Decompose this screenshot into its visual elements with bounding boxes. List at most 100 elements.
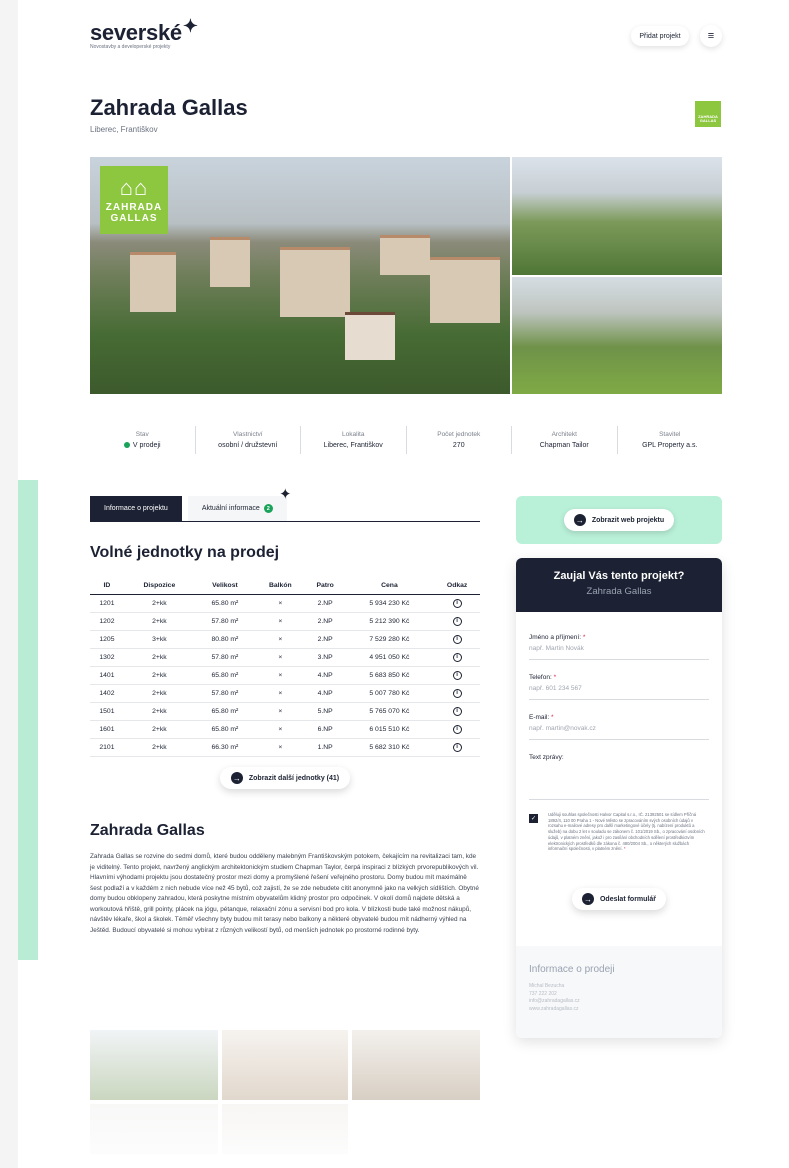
table-row[interactable]: 1402 2+kk 57.80 m² × 4.NP 5 007 780 Kč i <box>90 684 480 703</box>
gallery-thumb[interactable] <box>90 1030 218 1100</box>
gallery-thumb[interactable] <box>222 1030 348 1100</box>
table-row[interactable]: 1201 2+kk 65.80 m² × 2.NP 5 934 230 Kč i <box>90 594 480 613</box>
table-cell: 2+kk <box>123 666 195 685</box>
table-cell: 2.NP <box>305 594 345 613</box>
table-cell: 2+kk <box>123 720 195 739</box>
site-tagline: Novostavby a developerské projekty <box>90 44 171 50</box>
table-cell: i <box>434 684 480 703</box>
table-cell: 1501 <box>90 702 124 721</box>
table-cell: 5 007 780 Kč <box>344 684 435 703</box>
gallery-project-logo: ⌂⌂ ZAHRADA GALLAS <box>100 166 168 234</box>
sales-phone[interactable]: 737 222 202 <box>529 991 709 999</box>
show-more-units-button[interactable]: → Zobrazit další jednotky (41) <box>220 767 350 789</box>
info-icon[interactable]: i <box>452 688 462 698</box>
sales-email[interactable]: info@zahradagallas.cz <box>529 998 709 1006</box>
status-dot-icon <box>123 442 130 449</box>
info-icon[interactable]: i <box>452 634 462 644</box>
table-cell: × <box>254 612 306 631</box>
show-project-web-button[interactable]: → Zobrazit web projektu <box>564 509 674 531</box>
table-cell: 4.NP <box>305 684 345 703</box>
table-cell: 2+kk <box>123 612 195 631</box>
stat-ownership: Vlastnictví osobní / družstevní <box>196 426 301 454</box>
table-row[interactable]: 2101 2+kk 66.30 m² × 1.NP 5 682 310 Kč i <box>90 738 480 757</box>
sales-web[interactable]: www.zahradagallas.cz <box>529 1006 709 1014</box>
submit-form-button[interactable]: → Odeslat formulář <box>572 888 666 910</box>
table-cell: 65.80 m² <box>194 666 255 685</box>
info-icon[interactable]: i <box>452 742 462 752</box>
name-field[interactable]: Jméno a příjmení: * např. Martin Novák <box>529 634 709 660</box>
table-row[interactable]: 1501 2+kk 65.80 m² × 5.NP 5 765 070 Kč i <box>90 702 480 721</box>
table-cell: 2.NP <box>305 630 345 649</box>
add-project-button[interactable]: Přidat projekt <box>631 26 689 46</box>
table-cell: 5 683 850 Kč <box>344 666 435 685</box>
table-cell: i <box>434 594 480 613</box>
info-icon[interactable]: i <box>452 652 462 662</box>
tab-news[interactable]: Aktuální informace 2 <box>187 496 287 521</box>
table-cell: i <box>434 738 480 757</box>
units-table: ID Dispozice Velikost Balkón Patro Cena Odkaz … <box>90 578 480 757</box>
project-stats: Stav V prodeji Vlastnictví osobní / družst… <box>90 426 722 454</box>
table-cell: 7 529 280 Kč <box>344 630 435 649</box>
info-icon[interactable]: i <box>452 724 462 734</box>
tab-project-info[interactable]: Informace o projektu <box>90 496 182 521</box>
consent-checkbox[interactable]: ✓ <box>529 814 538 823</box>
table-cell: × <box>254 594 306 613</box>
sparkle-icon: ✦ <box>279 486 292 503</box>
table-cell: 2+kk <box>123 594 195 613</box>
arrow-right-icon: → <box>581 893 594 905</box>
table-row[interactable]: 1205 3+kk 80.80 m² × 2.NP 7 529 280 Kč i <box>90 630 480 649</box>
gallery-image-3[interactable] <box>512 277 722 394</box>
table-row[interactable]: 1601 2+kk 65.80 m² × 6.NP 6 015 510 Kč i <box>90 720 480 739</box>
stat-status: Stav V prodeji <box>90 426 196 454</box>
arrow-right-icon: → <box>230 772 243 784</box>
table-cell: 1.NP <box>305 738 345 757</box>
hamburger-icon[interactable]: ≡ <box>700 25 722 47</box>
table-cell: i <box>434 702 480 721</box>
table-cell: 1601 <box>90 720 124 739</box>
table-cell: × <box>254 630 306 649</box>
table-cell: 2.NP <box>305 612 345 631</box>
table-cell: 1302 <box>90 648 124 667</box>
gallery-thumb[interactable] <box>352 1030 480 1100</box>
table-cell: 1202 <box>90 612 124 631</box>
table-cell: 2+kk <box>123 648 195 667</box>
table-cell: 65.80 m² <box>194 702 255 721</box>
gallery-thumb[interactable] <box>222 1104 348 1154</box>
table-cell: 80.80 m² <box>194 630 255 649</box>
email-field[interactable]: E-mail: * např. martin@novak.cz <box>529 714 709 740</box>
gallery-image-2[interactable] <box>512 157 722 275</box>
page: severské✦ Novostavby a developerské proj… <box>18 0 789 1168</box>
message-field[interactable]: Text zprávy: <box>529 754 709 800</box>
table-cell: 4.NP <box>305 666 345 685</box>
table-row[interactable]: 1401 2+kk 65.80 m² × 4.NP 5 683 850 Kč i <box>90 666 480 685</box>
form-header: Zaujal Vás tento projekt? Zahrada Gallas <box>516 558 722 612</box>
table-cell: 2101 <box>90 738 124 757</box>
info-icon[interactable]: i <box>452 598 462 608</box>
table-cell: 1205 <box>90 630 124 649</box>
table-cell: 2+kk <box>123 702 195 721</box>
info-icon[interactable]: i <box>452 670 462 680</box>
web-link-panel: → Zobrazit web projektu <box>516 496 722 544</box>
table-cell: 5 682 310 Kč <box>344 738 435 757</box>
sales-info: Informace o prodeji Michal Bezucha 737 2… <box>516 946 722 1038</box>
table-cell: 57.80 m² <box>194 684 255 703</box>
table-row[interactable]: 1302 2+kk 57.80 m² × 3.NP 4 951 050 Kč i <box>90 648 480 667</box>
stat-builder: Stavitel GPL Property a.s. <box>642 431 698 449</box>
table-cell: × <box>254 666 306 685</box>
gallery-thumb[interactable] <box>90 1104 218 1154</box>
units-section-title: Volné jednotky na prodej <box>90 544 280 561</box>
table-row[interactable]: 1202 2+kk 57.80 m² × 2.NP 5 212 390 Kč i <box>90 612 480 631</box>
project-title: Zahrada Gallas <box>90 95 248 120</box>
about-description: Zahrada Gallas se rozvine do sedmi domů,… <box>90 853 479 934</box>
contact-form-card: Zaujal Vás tento projekt? Zahrada Gallas… <box>516 558 722 1038</box>
about-section-title: Zahrada Gallas <box>90 822 205 839</box>
table-cell: 6.NP <box>305 720 345 739</box>
news-count-badge: 2 <box>263 504 273 513</box>
info-icon[interactable]: i <box>452 616 462 626</box>
phone-field[interactable]: Telefon: * např. 601 234 567 <box>529 674 709 700</box>
table-cell: 5 934 230 Kč <box>344 594 435 613</box>
site-logo[interactable]: severské✦ <box>90 16 198 46</box>
table-cell: 2+kk <box>123 684 195 703</box>
info-icon[interactable]: i <box>452 706 462 716</box>
table-cell: 65.80 m² <box>194 594 255 613</box>
